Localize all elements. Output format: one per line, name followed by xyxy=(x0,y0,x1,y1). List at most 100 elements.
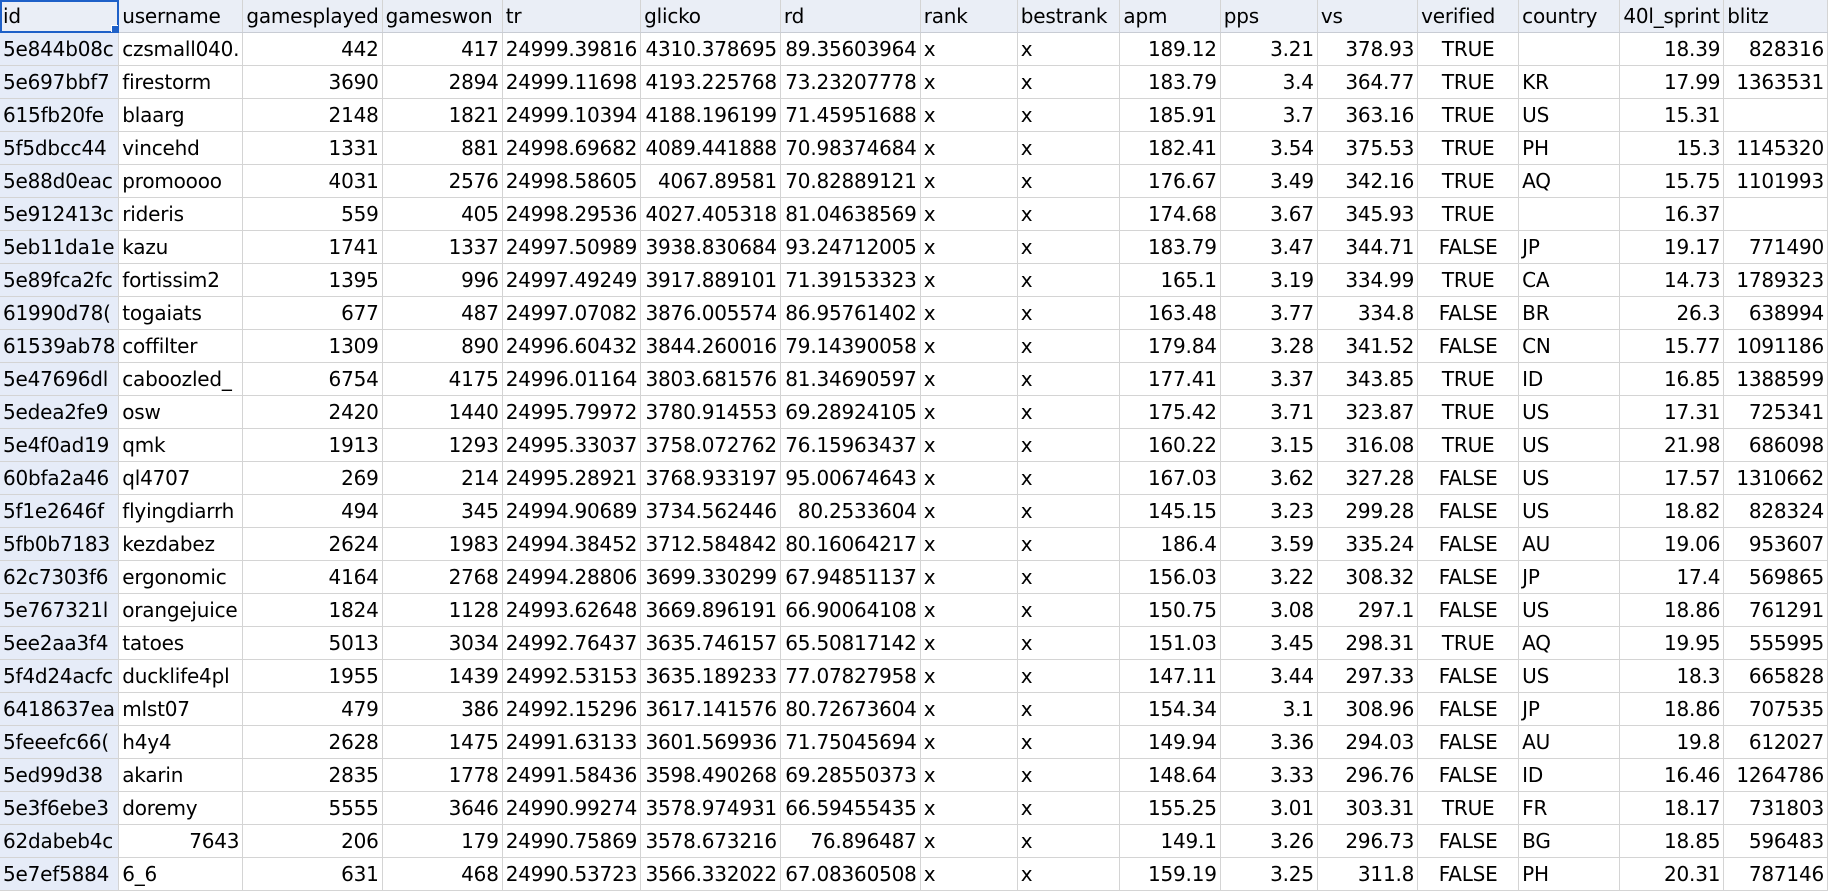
cell-tr[interactable]: 24991.58436 xyxy=(502,758,642,792)
cell-id[interactable]: 5e3f6ebe3 xyxy=(0,791,120,825)
cell-tr[interactable]: 24999.10394 xyxy=(502,98,642,132)
cell-country[interactable] xyxy=(1518,197,1621,231)
column-header-vs[interactable]: vs xyxy=(1317,0,1419,33)
cell-tr[interactable]: 24998.69682 xyxy=(502,131,642,165)
cell-gamesplayed[interactable]: 4031 xyxy=(242,164,383,198)
cell-verified[interactable]: TRUE xyxy=(1417,164,1520,198)
cell-id[interactable]: 5e697bbf7 xyxy=(0,65,120,99)
cell-pps[interactable]: 3.21 xyxy=(1220,32,1318,66)
cell-gamesplayed[interactable]: 2148 xyxy=(242,98,383,132)
cell-tr[interactable]: 24995.79972 xyxy=(502,395,642,429)
cell-rd[interactable]: 81.04638569 xyxy=(780,197,921,231)
cell-rd[interactable]: 67.08360508 xyxy=(780,857,921,891)
cell-vs[interactable]: 341.52 xyxy=(1317,329,1419,363)
cell-tr[interactable]: 24994.90689 xyxy=(502,494,642,528)
cell-gamesplayed[interactable]: 1395 xyxy=(242,263,383,297)
cell-vs[interactable]: 364.77 xyxy=(1317,65,1419,99)
cell-gameswon[interactable]: 2768 xyxy=(382,560,503,594)
cell-id[interactable]: 60bfa2a46 xyxy=(0,461,120,495)
cell-country[interactable]: CA xyxy=(1518,263,1621,297)
cell-apm[interactable]: 165.1 xyxy=(1119,263,1221,297)
cell-id[interactable]: 62c7303f6 xyxy=(0,560,120,594)
column-header-apm[interactable]: apm xyxy=(1119,0,1221,33)
cell-blitz[interactable]: 686098 xyxy=(1723,428,1828,462)
column-header-gamesplayed[interactable]: gamesplayed xyxy=(242,0,383,33)
cell-bestrank[interactable]: x xyxy=(1017,65,1121,99)
cell-apm[interactable]: 156.03 xyxy=(1119,560,1221,594)
cell-gamesplayed[interactable]: 1309 xyxy=(242,329,383,363)
cell-username[interactable]: mlst07 xyxy=(118,692,244,726)
cell-pps[interactable]: 3.28 xyxy=(1220,329,1318,363)
cell-sprint40l[interactable]: 14.73 xyxy=(1619,263,1725,297)
cell-gamesplayed[interactable]: 5013 xyxy=(242,626,383,660)
cell-verified[interactable]: TRUE xyxy=(1417,131,1520,165)
cell-verified[interactable]: FALSE xyxy=(1417,494,1520,528)
column-header-country[interactable]: country xyxy=(1518,0,1621,33)
cell-sprint40l[interactable]: 18.86 xyxy=(1619,593,1725,627)
cell-gamesplayed[interactable]: 3690 xyxy=(242,65,383,99)
cell-gamesplayed[interactable]: 677 xyxy=(242,296,383,330)
cell-sprint40l[interactable]: 15.75 xyxy=(1619,164,1725,198)
cell-gameswon[interactable]: 1440 xyxy=(382,395,503,429)
cell-username[interactable]: orangejuice xyxy=(118,593,244,627)
cell-tr[interactable]: 24995.33037 xyxy=(502,428,642,462)
cell-gamesplayed[interactable]: 2628 xyxy=(242,725,383,759)
cell-apm[interactable]: 145.15 xyxy=(1119,494,1221,528)
cell-bestrank[interactable]: x xyxy=(1017,725,1121,759)
cell-id[interactable]: 5e4f0ad19 xyxy=(0,428,120,462)
cell-bestrank[interactable]: x xyxy=(1017,527,1121,561)
cell-country[interactable]: ID xyxy=(1518,362,1621,396)
cell-sprint40l[interactable]: 15.77 xyxy=(1619,329,1725,363)
cell-bestrank[interactable]: x xyxy=(1017,560,1121,594)
cell-pps[interactable]: 3.67 xyxy=(1220,197,1318,231)
cell-country[interactable]: BG xyxy=(1518,824,1621,858)
cell-sprint40l[interactable]: 19.17 xyxy=(1619,230,1725,264)
cell-vs[interactable]: 294.03 xyxy=(1317,725,1419,759)
cell-username[interactable]: firestorm xyxy=(118,65,244,99)
cell-vs[interactable]: 363.16 xyxy=(1317,98,1419,132)
cell-rd[interactable]: 86.95761402 xyxy=(780,296,921,330)
cell-blitz[interactable]: 1789323 xyxy=(1723,263,1828,297)
cell-gamesplayed[interactable]: 559 xyxy=(242,197,383,231)
cell-verified[interactable]: FALSE xyxy=(1417,692,1520,726)
cell-gamesplayed[interactable]: 494 xyxy=(242,494,383,528)
cell-sprint40l[interactable]: 20.31 xyxy=(1619,857,1725,891)
cell-pps[interactable]: 3.62 xyxy=(1220,461,1318,495)
cell-glicko[interactable]: 4193.225768 xyxy=(640,65,781,99)
cell-tr[interactable]: 24990.53723 xyxy=(502,857,642,891)
cell-pps[interactable]: 3.4 xyxy=(1220,65,1318,99)
cell-country[interactable]: PH xyxy=(1518,131,1621,165)
cell-tr[interactable]: 24994.38452 xyxy=(502,527,642,561)
cell-id[interactable]: 5fb0b7183 xyxy=(0,527,120,561)
cell-glicko[interactable]: 3617.141576 xyxy=(640,692,781,726)
cell-sprint40l[interactable]: 18.82 xyxy=(1619,494,1725,528)
cell-glicko[interactable]: 3669.896191 xyxy=(640,593,781,627)
cell-vs[interactable]: 343.85 xyxy=(1317,362,1419,396)
cell-gamesplayed[interactable]: 1824 xyxy=(242,593,383,627)
cell-id[interactable]: 5ed99d38 xyxy=(0,758,120,792)
cell-bestrank[interactable]: x xyxy=(1017,494,1121,528)
cell-pps[interactable]: 3.26 xyxy=(1220,824,1318,858)
cell-blitz[interactable]: 665828 xyxy=(1723,659,1828,693)
cell-gamesplayed[interactable]: 2835 xyxy=(242,758,383,792)
cell-sprint40l[interactable]: 18.3 xyxy=(1619,659,1725,693)
cell-rd[interactable]: 71.75045694 xyxy=(780,725,921,759)
cell-bestrank[interactable]: x xyxy=(1017,791,1121,825)
cell-pps[interactable]: 3.19 xyxy=(1220,263,1318,297)
cell-id[interactable]: 61539ab78 xyxy=(0,329,120,363)
cell-id[interactable]: 61990d78( xyxy=(0,296,120,330)
cell-username[interactable]: kazu xyxy=(118,230,244,264)
cell-rank[interactable]: x xyxy=(920,296,1018,330)
cell-tr[interactable]: 24997.50989 xyxy=(502,230,642,264)
cell-gameswon[interactable]: 1439 xyxy=(382,659,503,693)
cell-gameswon[interactable]: 1128 xyxy=(382,593,503,627)
cell-blitz[interactable]: 771490 xyxy=(1723,230,1828,264)
cell-verified[interactable]: TRUE xyxy=(1417,32,1520,66)
cell-vs[interactable]: 345.93 xyxy=(1317,197,1419,231)
cell-country[interactable]: AU xyxy=(1518,527,1621,561)
cell-vs[interactable]: 298.31 xyxy=(1317,626,1419,660)
cell-bestrank[interactable]: x xyxy=(1017,98,1121,132)
cell-verified[interactable]: TRUE xyxy=(1417,428,1520,462)
cell-id[interactable]: 5feeefc66( xyxy=(0,725,120,759)
cell-pps[interactable]: 3.71 xyxy=(1220,395,1318,429)
